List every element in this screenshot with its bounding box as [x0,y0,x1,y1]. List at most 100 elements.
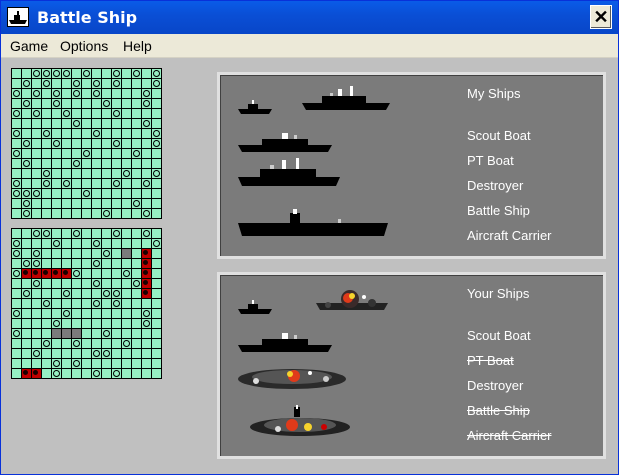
target-cell-empty[interactable] [12,139,22,149]
target-cell-empty[interactable] [132,159,142,169]
fleet-cell-empty[interactable] [112,309,122,319]
target-cell-miss[interactable] [62,69,72,79]
fleet-cell-revealed[interactable] [72,329,82,339]
fleet-cell-empty[interactable] [62,319,72,329]
fleet-cell-empty[interactable] [112,279,122,289]
target-cell-empty[interactable] [142,69,152,79]
fleet-cell-empty[interactable] [52,349,62,359]
fleet-cell-miss[interactable] [92,259,102,269]
target-cell-miss[interactable] [152,69,162,79]
fleet-cell-empty[interactable] [32,289,42,299]
fleet-cell-empty[interactable] [62,279,72,289]
target-cell-empty[interactable] [132,79,142,89]
target-cell-empty[interactable] [82,199,92,209]
target-cell-empty[interactable] [62,209,72,219]
fleet-cell-empty[interactable] [42,369,52,379]
fleet-cell-empty[interactable] [152,329,162,339]
fleet-cell-miss[interactable] [92,369,102,379]
target-cell-miss[interactable] [102,209,112,219]
target-cell-empty[interactable] [42,99,52,109]
target-cell-empty[interactable] [22,109,32,119]
fleet-cell-empty[interactable] [72,369,82,379]
fleet-cell-empty[interactable] [132,349,142,359]
fleet-cell-miss[interactable] [52,369,62,379]
target-cell-empty[interactable] [122,89,132,99]
fleet-cell-empty[interactable] [52,299,62,309]
target-cell-empty[interactable] [72,149,82,159]
fleet-cell-empty[interactable] [122,259,132,269]
fleet-cell-empty[interactable] [82,299,92,309]
target-cell-miss[interactable] [42,169,52,179]
target-cell-miss[interactable] [82,189,92,199]
target-cell-miss[interactable] [12,89,22,99]
target-cell-empty[interactable] [12,99,22,109]
target-cell-miss[interactable] [52,69,62,79]
target-cell-empty[interactable] [152,159,162,169]
target-cell-miss[interactable] [22,139,32,149]
fleet-cell-empty[interactable] [82,259,92,269]
target-cell-empty[interactable] [12,209,22,219]
target-cell-miss[interactable] [32,69,42,79]
fleet-cell-hit[interactable] [22,369,32,379]
fleet-cell-empty[interactable] [112,249,122,259]
target-cell-miss[interactable] [112,139,122,149]
target-cell-empty[interactable] [12,159,22,169]
target-cell-empty[interactable] [52,179,62,189]
target-cell-empty[interactable] [142,129,152,139]
target-cell-miss[interactable] [152,129,162,139]
fleet-cell-empty[interactable] [102,369,112,379]
target-cell-miss[interactable] [112,69,122,79]
target-cell-empty[interactable] [152,189,162,199]
fleet-cell-miss[interactable] [92,299,102,309]
fleet-cell-miss[interactable] [132,279,142,289]
target-cell-empty[interactable] [112,169,122,179]
target-cell-miss[interactable] [62,179,72,189]
fleet-cell-empty[interactable] [32,299,42,309]
title-bar[interactable]: Battle Ship ✕ [1,1,618,34]
fleet-cell-empty[interactable] [112,359,122,369]
target-cell-miss[interactable] [22,189,32,199]
fleet-cell-miss[interactable] [12,239,22,249]
target-cell-empty[interactable] [12,169,22,179]
target-cell-empty[interactable] [112,119,122,129]
target-cell-empty[interactable] [132,119,142,129]
fleet-cell-empty[interactable] [132,249,142,259]
fleet-cell-miss[interactable] [112,229,122,239]
fleet-cell-miss[interactable] [42,299,52,309]
target-cell-empty[interactable] [92,159,102,169]
target-cell-empty[interactable] [32,159,42,169]
fleet-cell-miss[interactable] [32,349,42,359]
target-cell-empty[interactable] [152,179,162,189]
target-cell-miss[interactable] [52,89,62,99]
target-cell-empty[interactable] [92,199,102,209]
target-cell-empty[interactable] [92,189,102,199]
target-cell-empty[interactable] [102,169,112,179]
fleet-cell-miss[interactable] [72,359,82,369]
fleet-cell-empty[interactable] [102,309,112,319]
target-cell-empty[interactable] [32,169,42,179]
fleet-cell-empty[interactable] [22,359,32,369]
target-cell-empty[interactable] [92,69,102,79]
fleet-cell-revealed[interactable] [62,329,72,339]
fleet-cell-empty[interactable] [12,279,22,289]
fleet-cell-miss[interactable] [92,279,102,289]
fleet-cell-miss[interactable] [102,349,112,359]
fleet-cell-empty[interactable] [152,319,162,329]
target-cell-empty[interactable] [62,139,72,149]
fleet-cell-miss[interactable] [142,229,152,239]
fleet-cell-miss[interactable] [22,289,32,299]
target-cell-empty[interactable] [82,129,92,139]
fleet-cell-hit[interactable] [22,269,32,279]
target-cell-empty[interactable] [122,159,132,169]
target-cell-empty[interactable] [122,119,132,129]
target-cell-empty[interactable] [142,199,152,209]
fleet-cell-empty[interactable] [72,299,82,309]
target-cell-miss[interactable] [42,129,52,139]
target-cell-miss[interactable] [142,209,152,219]
fleet-cell-empty[interactable] [22,319,32,329]
target-cell-empty[interactable] [82,109,92,119]
target-cell-empty[interactable] [62,129,72,139]
target-cell-miss[interactable] [92,89,102,99]
target-cell-empty[interactable] [52,199,62,209]
target-cell-empty[interactable] [32,149,42,159]
